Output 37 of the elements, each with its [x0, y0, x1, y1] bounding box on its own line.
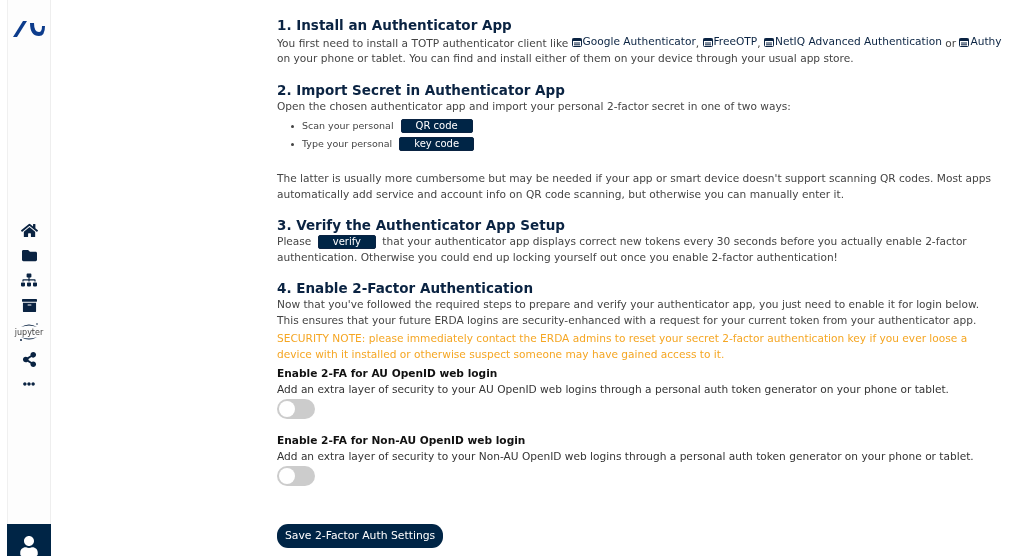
- verify-button[interactable]: verify: [317, 235, 376, 250]
- user-button[interactable]: [7, 524, 51, 556]
- section-title: 3. Verify the Authenticator App Setup: [277, 216, 566, 235]
- app-link[interactable]: Authy: [959, 34, 1002, 50]
- logo-icon[interactable]: [13, 20, 45, 37]
- toggle-switch[interactable]: [277, 466, 315, 487]
- bullet-text: Scan your personal: [302, 119, 394, 134]
- save-button[interactable]: Save 2-Factor Auth Settings: [277, 524, 444, 548]
- app-link[interactable]: NetIQ Advanced Authentication: [764, 34, 942, 50]
- code-button[interactable]: key code: [399, 137, 475, 152]
- app-icon: [959, 36, 970, 47]
- archive-icon[interactable]: [20, 296, 38, 314]
- setting-title: Enable 2-FA for AU OpenID web login: [277, 366, 499, 382]
- network-icon[interactable]: [20, 271, 38, 289]
- app-link[interactable]: Google Authenticator: [571, 34, 696, 50]
- toggle-switch[interactable]: [277, 399, 315, 420]
- section-title: 2. Import Secret in Authenticator App: [277, 80, 566, 99]
- home-icon[interactable]: [20, 221, 38, 239]
- app-icon: [702, 36, 713, 47]
- section-title: 4. Enable 2-Factor Authentication: [277, 279, 534, 298]
- setting-description: Add an extra layer of security to your Non-AU OpenID web logins through a personal auth token generator on your phone or tablet.: [277, 448, 975, 464]
- code-button[interactable]: QR code: [400, 119, 473, 134]
- paragraph: The latter is usually more cumbersome but may be needed if your app or smart device doesn't support scanning QR codes. Most apps automatically add service and account info on QR code scanning, but otherwise you can manually enter it.: [277, 171, 992, 202]
- setting-description: Add an extra layer of security to your AU OpenID web logins through a personal auth token generator on your phone or tablet.: [277, 381, 950, 397]
- paragraph: Now that you've followed the required steps to prepare and verify your authenticator app, you just need to enable it for login below. This ensures that your future ERDA logins are security-enhanced with a request for your current token from your authenticator app.: [277, 297, 981, 328]
- app-link[interactable]: FreeOTP: [702, 34, 758, 50]
- share-icon[interactable]: [20, 350, 38, 368]
- security-note: SECURITY NOTE: please immediately contact the ERDA admins to reset your secret 2-factor authentication key if you ever loose a device with it installed or otherwise suspect someone may have gained access to it.: [277, 331, 969, 362]
- paragraph: Please verify that your authenticator app displays correct new tokens every 30 seconds before you actually enable 2-factor authentication. Otherwise you could end up locking yourself out once you enable 2-factor authentication!: [277, 234, 968, 265]
- app-icon: [571, 36, 582, 47]
- setting-title: Enable 2-FA for Non-AU OpenID web login: [277, 433, 527, 449]
- paragraph: Open the chosen authenticator app and import your personal 2-factor secret in one of two ways:: [277, 98, 792, 114]
- paragraph: You first need to install a TOTP authenticator client like Google Authenticator, FreeOTP, NetIQ Advanced Authentication or Authy on your phone or tablet. You can find and install either of them on your device through your usual app store.: [277, 34, 1002, 67]
- user-icon: [19, 536, 39, 556]
- section-title: 1. Install an Authenticator App: [277, 16, 513, 34]
- app-icon: [764, 36, 774, 47]
- bullet-text: Type your personal: [302, 137, 393, 152]
